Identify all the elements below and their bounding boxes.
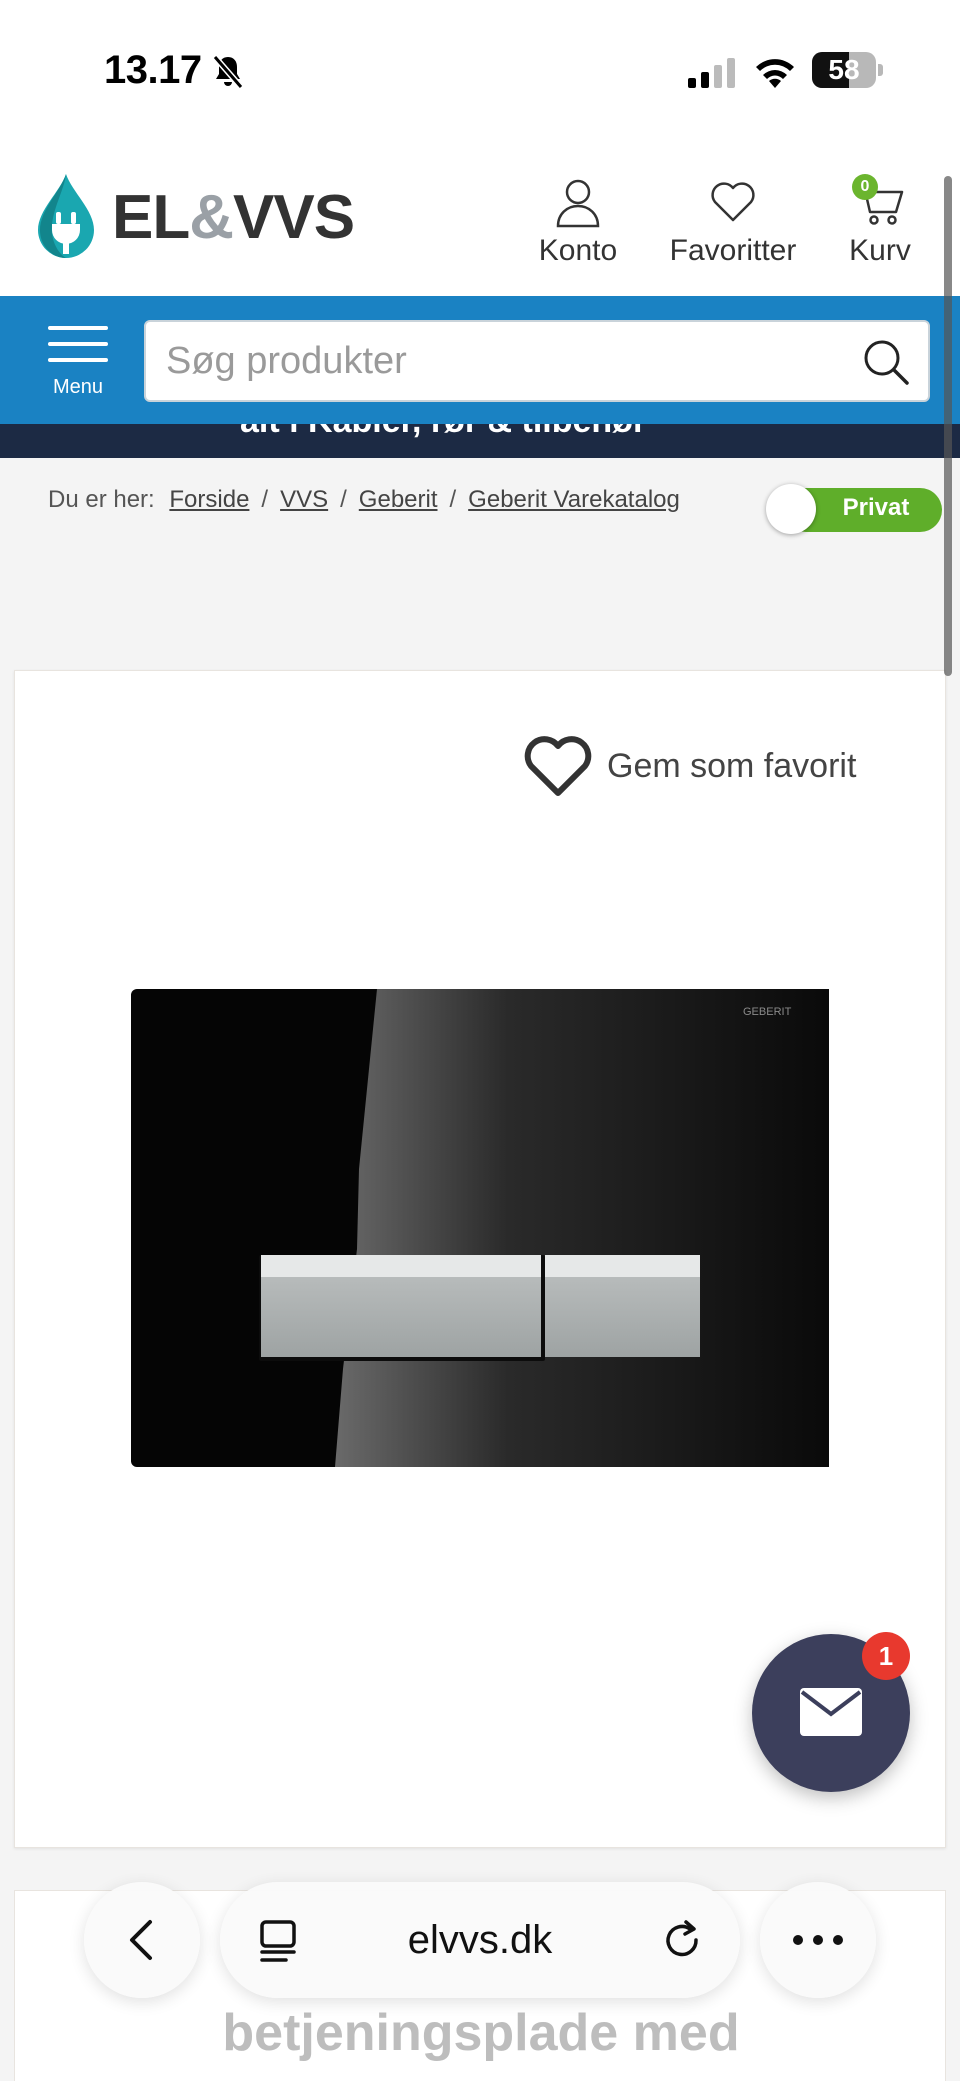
- ellipsis-icon: [793, 1935, 843, 1945]
- bell-slash-icon: [212, 55, 244, 89]
- breadcrumb-link-vvs[interactable]: VVS: [280, 486, 328, 513]
- save-favorite-label: Gem som favorit: [607, 746, 857, 785]
- search-bar-section: Menu: [0, 296, 960, 424]
- battery-level: 58: [828, 54, 860, 85]
- logo-text: EL&VVS: [112, 182, 355, 252]
- customer-type-label: Privat: [842, 494, 910, 521]
- search-input[interactable]: [166, 322, 846, 400]
- site-logo[interactable]: EL&VVS: [34, 172, 355, 262]
- cellular-signal-icon: [688, 58, 735, 88]
- hamburger-icon: [48, 326, 108, 362]
- promo-text: alt i Kabler, rør & tilbehør: [240, 424, 646, 441]
- favorites-label: Favoritter: [669, 234, 797, 267]
- status-bar: 13.17 58: [0, 0, 960, 140]
- envelope-icon: [800, 1688, 862, 1736]
- breadcrumb-link-geberit-varekatalog[interactable]: Geberit Varekatalog: [468, 486, 680, 513]
- page-scrollbar[interactable]: [944, 176, 952, 676]
- wifi-icon: [756, 59, 794, 88]
- toggle-knob[interactable]: [766, 484, 816, 534]
- save-favorite-button[interactable]: Gem som favorit: [523, 733, 856, 799]
- search-icon[interactable]: [862, 338, 910, 386]
- breadcrumb-link-geberit[interactable]: Geberit: [359, 486, 438, 513]
- product-image[interactable]: GEBERIT: [131, 989, 829, 1467]
- menu-button[interactable]: Menu: [46, 324, 110, 399]
- browser-back-button[interactable]: [84, 1882, 200, 1998]
- customer-type-toggle[interactable]: Privat: [766, 484, 942, 534]
- plug-drop-icon: [38, 174, 94, 258]
- chat-unread-badge: 1: [862, 1632, 910, 1680]
- page: 13.17 58 EL&VVS Konto Favoritter 0 Kurv …: [0, 0, 960, 2081]
- heart-icon: [524, 736, 592, 796]
- favorites-link[interactable]: Favoritter: [662, 176, 804, 268]
- cart-link[interactable]: 0 Kurv: [840, 174, 920, 268]
- battery-icon: 58: [812, 52, 883, 88]
- search-box: [144, 320, 930, 402]
- reload-icon[interactable]: [660, 1918, 706, 1964]
- breadcrumb-link-forside[interactable]: Forside: [169, 486, 249, 513]
- browser-address-bar[interactable]: elvvs.dk: [220, 1882, 740, 1998]
- user-icon: [556, 179, 600, 228]
- breadcrumb-prefix: Du er her:: [48, 486, 155, 513]
- product-title-peek: betjeningsplade med: [222, 2004, 740, 2062]
- cart-label: Kurv: [849, 234, 911, 267]
- account-label: Konto: [538, 234, 618, 267]
- browser-more-button[interactable]: [760, 1882, 876, 1998]
- promo-banner: alt i Kabler, rør & tilbehør: [0, 424, 960, 458]
- menu-label: Menu: [52, 376, 104, 398]
- breadcrumb: Du er her: Forside / VVS / Geberit / Geberit V…: [48, 486, 680, 513]
- brand-mark: GEBERIT: [743, 1006, 792, 1018]
- cart-count-badge: 0: [852, 174, 878, 200]
- heart-icon: [711, 182, 755, 222]
- site-header: EL&VVS Konto Favoritter 0 Kurv: [0, 140, 960, 296]
- account-link[interactable]: Konto: [530, 176, 626, 268]
- status-time: 13.17: [104, 48, 202, 92]
- chevron-left-icon: [130, 1920, 152, 1960]
